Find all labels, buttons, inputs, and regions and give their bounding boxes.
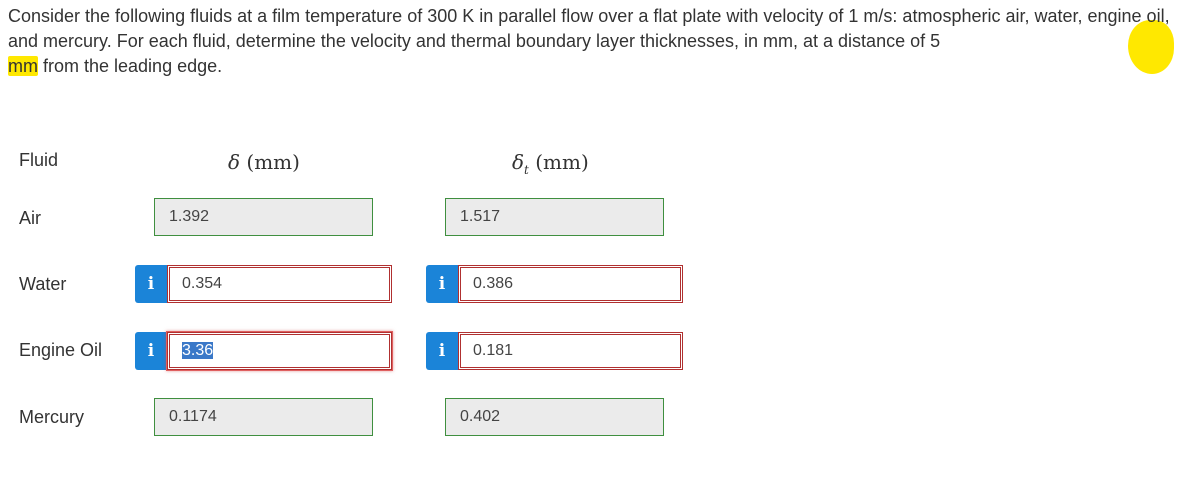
answer-field-air-delta: 1.392 bbox=[154, 198, 373, 236]
question-part2: from the leading edge. bbox=[38, 56, 223, 76]
delta-t-symbol: δ bbox=[512, 150, 525, 174]
row-label-water: Water bbox=[19, 274, 67, 294]
selected-text: 3.36 bbox=[182, 342, 214, 359]
delta-symbol: δ bbox=[228, 150, 241, 174]
row-label-mercury: Mercury bbox=[19, 407, 85, 427]
info-icon[interactable]: i bbox=[135, 332, 167, 370]
header-fluid: Fluid bbox=[19, 150, 59, 170]
info-icon[interactable]: i bbox=[426, 332, 458, 370]
answer-field-mercury-delta-t: 0.402 bbox=[445, 398, 664, 436]
answer-field-air-delta-t: 1.517 bbox=[445, 198, 664, 236]
answer-field-mercury-delta: 0.1174 bbox=[154, 398, 373, 436]
info-icon[interactable]: i bbox=[135, 265, 167, 303]
question-highlight-2: mm bbox=[8, 56, 38, 76]
answer-input-engine-oil-delta-t[interactable]: 0.181 bbox=[458, 332, 683, 370]
row-label-air: Air bbox=[19, 208, 41, 228]
answer-input-water-delta-t[interactable]: 0.386 bbox=[458, 265, 683, 303]
question-text: Consider the following fluids at a film … bbox=[8, 4, 1176, 79]
header-delta: δ (mm) bbox=[228, 150, 300, 174]
info-icon[interactable]: i bbox=[426, 265, 458, 303]
question-highlight-1: of 5 bbox=[910, 31, 941, 51]
header-delta-t: δt (mm) bbox=[512, 150, 589, 177]
delta-unit: (mm) bbox=[240, 150, 300, 174]
answer-input-water-delta[interactable]: 0.354 bbox=[167, 265, 392, 303]
row-label-engine-oil: Engine Oil bbox=[19, 340, 103, 360]
answer-input-engine-oil-delta[interactable]: 3.36 bbox=[167, 332, 392, 370]
delta-t-unit: (mm) bbox=[528, 150, 589, 174]
question-part1: Consider the following fluids at a film … bbox=[8, 6, 1170, 51]
